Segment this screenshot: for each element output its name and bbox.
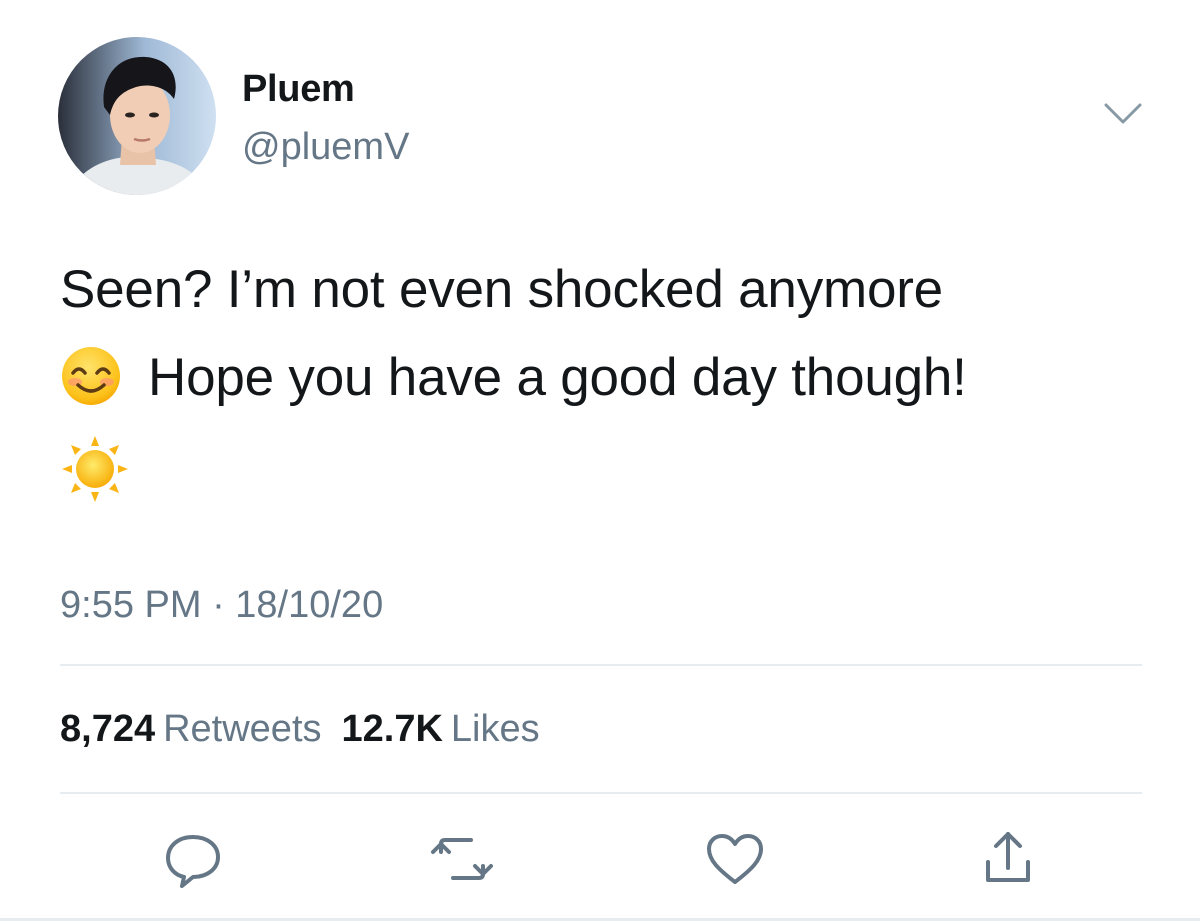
share-icon[interactable] bbox=[973, 824, 1043, 894]
tweet-timestamp[interactable]: 9:55 PM · 18/10/20 bbox=[60, 580, 383, 630]
sun-emoji-icon bbox=[60, 434, 130, 504]
smiling-face-emoji-icon bbox=[60, 345, 122, 407]
retweets-count[interactable]: 8,724 bbox=[60, 708, 155, 750]
retweet-icon[interactable] bbox=[427, 824, 497, 894]
likes-label[interactable]: Likes bbox=[451, 708, 540, 750]
tweet-text-line-2: Hope you have a good day though! bbox=[148, 348, 967, 407]
divider bbox=[60, 664, 1142, 666]
retweets-label[interactable]: Retweets bbox=[163, 708, 321, 750]
like-icon[interactable] bbox=[700, 824, 770, 894]
likes-count[interactable]: 12.7K bbox=[342, 708, 443, 750]
avatar[interactable] bbox=[58, 37, 216, 195]
tweet-text-line: Hope you have a good day though! bbox=[60, 334, 1170, 422]
divider bbox=[60, 792, 1142, 794]
reply-icon[interactable] bbox=[158, 824, 228, 894]
author-handle[interactable]: @pluemV bbox=[242, 122, 409, 172]
tweet-text: Seen? I’m not even shocked anymore Hope … bbox=[60, 246, 1170, 422]
tweet-actions-bar bbox=[0, 820, 1200, 900]
author-display-name[interactable]: Pluem bbox=[242, 64, 355, 114]
profile-photo bbox=[58, 37, 216, 195]
tweet-text-line: Seen? I’m not even shocked anymore bbox=[60, 260, 943, 319]
tweet-stats: 8,724 Retweets 12.7K Likes bbox=[60, 704, 560, 754]
chevron-down-icon[interactable] bbox=[1103, 101, 1143, 127]
